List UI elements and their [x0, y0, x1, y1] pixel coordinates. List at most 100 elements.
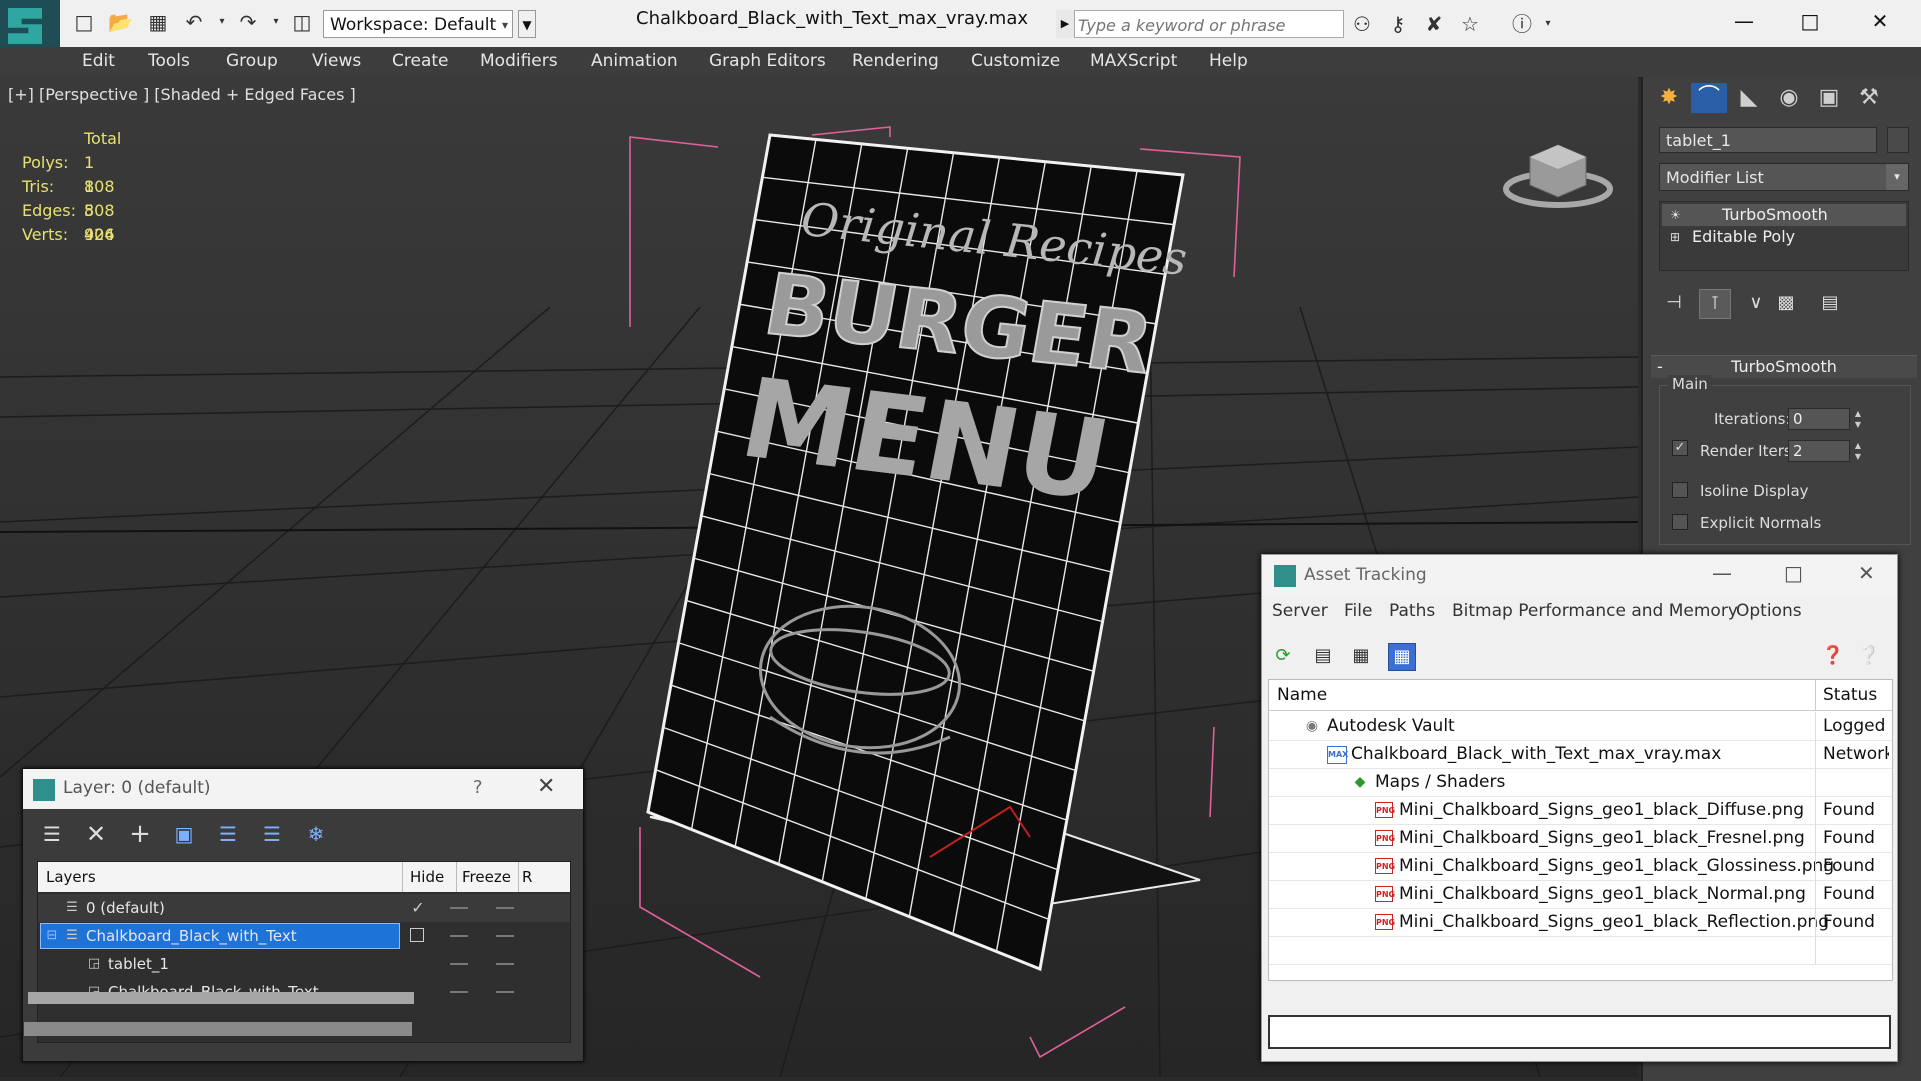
- communication-icon[interactable]: ✘: [1420, 10, 1448, 38]
- layer-row[interactable]: ☰ 0 (default) ✓: [38, 894, 570, 922]
- modify-tab-icon[interactable]: ⌒: [1691, 83, 1727, 113]
- asset-menu-file[interactable]: File: [1344, 601, 1372, 621]
- asset-menu-server[interactable]: Server: [1272, 601, 1328, 621]
- asset-horizontal-scrollbar[interactable]: [28, 992, 414, 1004]
- save-file-icon[interactable]: ▦: [146, 10, 170, 34]
- asset-row[interactable]: PNG Mini_Chalkboard_Signs_geo1_black_Fre…: [1269, 824, 1892, 853]
- menu-tools[interactable]: Tools: [148, 51, 190, 71]
- set-active-layer-icon[interactable]: [410, 928, 424, 942]
- menu-modifiers[interactable]: Modifiers: [480, 51, 558, 71]
- spinner-arrows-icon[interactable]: ▲ ▼: [1852, 408, 1864, 430]
- menu-help[interactable]: Help: [1209, 51, 1248, 71]
- layer-dialog-titlebar[interactable]: Layer: 0 (default) ? ✕: [23, 769, 583, 809]
- collapse-minus-icon[interactable]: ⊟: [44, 928, 60, 944]
- configure-sets-icon[interactable]: ▤: [1815, 289, 1845, 317]
- asset-dialog-titlebar[interactable]: Asset Tracking — □ ✕: [1262, 555, 1897, 595]
- favorites-star-icon[interactable]: ☆: [1456, 10, 1484, 38]
- help-icon[interactable]: ⓘ: [1508, 10, 1536, 38]
- asset-row[interactable]: PNG Mini_Chalkboard_Signs_geo1_black_Glo…: [1269, 852, 1892, 881]
- context-help-icon[interactable]: ❔: [1856, 643, 1882, 669]
- asset-row[interactable]: PNG Mini_Chalkboard_Signs_geo1_black_Nor…: [1269, 880, 1892, 909]
- minimize-icon[interactable]: —: [1712, 561, 1732, 585]
- asset-row[interactable]: PNG Mini_Chalkboard_Signs_geo1_black_Dif…: [1269, 796, 1892, 825]
- display-tab-icon[interactable]: ▣: [1811, 83, 1847, 113]
- layer-horizontal-scrollbar[interactable]: [24, 1022, 412, 1036]
- menu-graph-editors[interactable]: Graph Editors: [709, 51, 826, 71]
- undo-dropdown-icon[interactable]: ▾: [210, 10, 234, 34]
- close-icon[interactable]: ✕: [1858, 561, 1875, 585]
- menu-group[interactable]: Group: [226, 51, 278, 71]
- close-icon[interactable]: ✕: [537, 774, 555, 799]
- layer-row[interactable]: ◲ tablet_1: [38, 950, 570, 978]
- highlight-layer-icon[interactable]: ☰: [213, 819, 243, 849]
- column-status[interactable]: Status: [1823, 685, 1877, 705]
- select-objects-icon[interactable]: ▣: [169, 819, 199, 849]
- redo-dropdown-icon[interactable]: ▾: [264, 10, 288, 34]
- maximize-icon[interactable]: □: [1790, 6, 1830, 36]
- minimize-icon[interactable]: —: [1724, 6, 1764, 36]
- column-layers[interactable]: Layers: [46, 868, 96, 886]
- viewport-label[interactable]: [+] [Perspective ] [Shaded + Edged Faces…: [8, 85, 356, 104]
- hierarchy-tab-icon[interactable]: ◣: [1731, 83, 1767, 113]
- menu-create[interactable]: Create: [392, 51, 449, 71]
- object-color-swatch[interactable]: [1887, 127, 1909, 153]
- modifier-list-dropdown[interactable]: Modifier List ▾: [1659, 163, 1909, 191]
- menu-customize[interactable]: Customize: [971, 51, 1060, 71]
- refresh-icon[interactable]: ⟳: [1270, 643, 1296, 669]
- open-file-icon[interactable]: 📂: [108, 10, 133, 34]
- make-unique-icon[interactable]: ∨: [1741, 289, 1771, 317]
- iterations-spinner[interactable]: 0: [1788, 408, 1850, 430]
- asset-menu-bitmap[interactable]: Bitmap Performance and Memory: [1452, 601, 1738, 621]
- delete-layer-icon[interactable]: ✕: [81, 819, 111, 849]
- key-icon[interactable]: ⚷: [1384, 10, 1412, 38]
- column-render[interactable]: R: [522, 868, 532, 886]
- binoculars-icon[interactable]: ⚇: [1348, 10, 1376, 38]
- help-dropdown-icon[interactable]: ▾: [1534, 10, 1562, 38]
- help-button[interactable]: ?: [473, 777, 483, 798]
- layer-row[interactable]: ⊟ ☰ Chalkboard_Black_with_Text: [38, 922, 570, 950]
- table-view-icon[interactable]: ▦: [1388, 643, 1416, 671]
- isoline-display-checkbox[interactable]: [1672, 482, 1688, 498]
- active-layer-check-icon[interactable]: ✓: [410, 900, 426, 916]
- maximize-icon[interactable]: □: [1784, 561, 1803, 585]
- stack-item-turbosmooth[interactable]: ☀ TurboSmooth: [1662, 204, 1906, 226]
- menu-rendering[interactable]: Rendering: [852, 51, 939, 71]
- asset-row[interactable]: MAX Chalkboard_Black_with_Text_max_vray.…: [1269, 740, 1892, 769]
- menu-edit[interactable]: Edit: [82, 51, 115, 71]
- show-end-result-icon[interactable]: ⊺: [1699, 289, 1731, 319]
- menu-animation[interactable]: Animation: [591, 51, 678, 71]
- asset-row[interactable]: ◆ Maps / Shaders: [1269, 768, 1892, 797]
- new-file-icon[interactable]: □: [72, 10, 96, 34]
- render-iters-spinner[interactable]: 2: [1788, 440, 1850, 462]
- object-name-field[interactable]: tablet_1: [1659, 127, 1877, 153]
- undo-icon[interactable]: ↶: [182, 10, 206, 34]
- asset-menu-options[interactable]: Options: [1736, 601, 1802, 621]
- spinner-arrows-icon[interactable]: ▲ ▼: [1852, 440, 1864, 462]
- create-tab-icon[interactable]: ✸: [1651, 83, 1687, 113]
- menu-maxscript[interactable]: MAXScript: [1090, 51, 1177, 71]
- tree-view-icon[interactable]: ▦: [1348, 643, 1374, 669]
- asset-path-field[interactable]: [1268, 1015, 1891, 1049]
- remove-modifier-icon[interactable]: ▩: [1771, 289, 1801, 317]
- project-folder-icon[interactable]: ◫: [290, 10, 314, 34]
- column-hide[interactable]: Hide: [410, 868, 444, 886]
- motion-tab-icon[interactable]: ◉: [1771, 83, 1807, 113]
- column-freeze[interactable]: Freeze: [462, 868, 511, 886]
- explicit-normals-checkbox[interactable]: [1672, 514, 1688, 530]
- asset-menu-paths[interactable]: Paths: [1389, 601, 1435, 621]
- stack-item-editable-poly[interactable]: ⊞ Editable Poly: [1662, 226, 1906, 248]
- new-layer-icon[interactable]: ☰: [37, 819, 67, 849]
- utilities-tab-icon[interactable]: ⚒: [1851, 83, 1887, 113]
- search-input[interactable]: [1076, 11, 1342, 39]
- asset-row[interactable]: PNG Mini_Chalkboard_Signs_geo1_black_Ref…: [1269, 908, 1892, 937]
- workspace-selector[interactable]: Workspace: Default ▾: [323, 10, 513, 38]
- viewcube-icon[interactable]: [1500, 127, 1620, 217]
- render-iters-checkbox[interactable]: ✓: [1672, 440, 1688, 456]
- menu-views[interactable]: Views: [312, 51, 361, 71]
- expand-plus-icon[interactable]: ⊞: [1670, 226, 1680, 248]
- search-expand-icon[interactable]: ▶: [1056, 10, 1075, 38]
- hide-all-layers-icon[interactable]: ☰: [257, 819, 287, 849]
- lightbulb-icon[interactable]: ☀: [1670, 204, 1681, 226]
- column-name[interactable]: Name: [1277, 685, 1327, 705]
- close-icon[interactable]: ✕: [1860, 6, 1900, 36]
